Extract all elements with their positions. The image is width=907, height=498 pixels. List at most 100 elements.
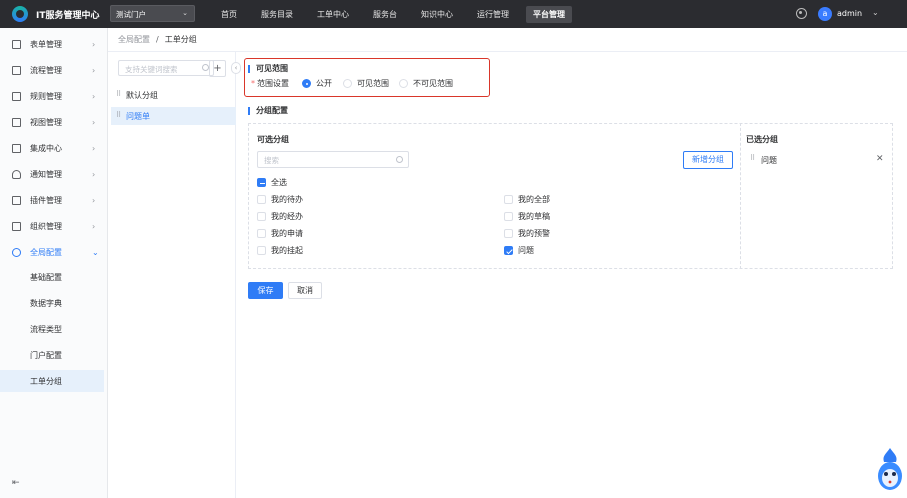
sidebar-sub-flow-type[interactable]: 流程类型 <box>0 318 104 340</box>
close-icon[interactable]: ✕ <box>876 154 884 164</box>
drag-handle-icon[interactable]: ⠿ <box>750 154 755 162</box>
nav-service-catalog[interactable]: 服务目录 <box>254 6 300 23</box>
chevron-right-icon: › <box>92 117 96 127</box>
group-search-input[interactable]: 支持关键词搜索 <box>118 60 214 76</box>
checkbox-my-warnings[interactable]: 我的预警 <box>504 228 550 239</box>
panel-collapse-toggle-icon[interactable]: ‹ <box>231 62 241 74</box>
sidebar-sub-ticket-group[interactable]: 工单分组 <box>0 370 104 392</box>
assistant-mascot-icon[interactable] <box>876 446 904 494</box>
select-all-checkbox[interactable]: 全选 <box>257 177 287 188</box>
radio-visible-range[interactable]: 可见范围 <box>343 78 389 89</box>
selected-group-item: ⠿ 问题 ✕ <box>750 154 886 166</box>
sidebar-item-label: 通知管理 <box>30 169 62 179</box>
settings-gear-icon[interactable] <box>796 8 807 19</box>
top-header: IT服务管理中心 测试门户 ⌄ 首页 服务目录 工单中心 服务台 知识中心 运行… <box>0 0 907 28</box>
nav-service-desk[interactable]: 服务台 <box>366 6 404 23</box>
sidebar-sub-label: 流程类型 <box>30 325 62 334</box>
new-group-button[interactable]: 新增分组 <box>683 151 733 169</box>
checkbox-my-handled[interactable]: 我的经办 <box>257 211 303 222</box>
group-item-problem[interactable]: ⠿ 问题单 <box>111 107 236 125</box>
checkbox-my-suspended[interactable]: 我的挂起 <box>257 245 303 256</box>
available-group-search-input[interactable]: 搜索 <box>257 151 409 168</box>
sidebar-item-view[interactable]: 视图管理 › <box>0 110 108 134</box>
sidebar-sub-portal-config[interactable]: 门户配置 <box>0 344 104 366</box>
checkbox-box <box>257 229 266 238</box>
checkbox-my-applications[interactable]: 我的申请 <box>257 228 303 239</box>
sidebar-item-org[interactable]: 组织管理 › <box>0 214 108 238</box>
breadcrumb-parent[interactable]: 全局配置 <box>118 34 150 45</box>
nav-home[interactable]: 首页 <box>214 6 244 23</box>
checkbox-my-todo[interactable]: 我的待办 <box>257 194 303 205</box>
checkbox-box <box>504 229 513 238</box>
user-menu-chevron-icon[interactable]: ⌄ <box>872 8 879 17</box>
drag-handle-icon[interactable]: ⠿ <box>116 111 121 119</box>
visible-range-title: 可见范围 <box>248 65 288 73</box>
sidebar-sub-label: 门户配置 <box>30 351 62 360</box>
rule-icon <box>12 91 21 101</box>
chevron-right-icon: › <box>92 169 96 179</box>
breadcrumb: 全局配置 / 工单分组 <box>108 28 907 52</box>
username[interactable]: admin <box>837 9 862 18</box>
radio-label: 可见范围 <box>357 79 389 88</box>
checkbox-box <box>257 246 266 255</box>
sidebar-item-form[interactable]: 表单管理 › <box>0 32 108 56</box>
app-title: IT服务管理中心 <box>36 11 100 21</box>
nav-platform-admin[interactable]: 平台管理 <box>526 5 572 23</box>
checkbox-check-icon <box>504 246 513 255</box>
radio-invisible-range[interactable]: 不可见范围 <box>399 78 453 89</box>
add-group-button[interactable]: + <box>209 60 226 77</box>
checkbox-box <box>504 212 513 221</box>
sidebar-sub-label: 数据字典 <box>30 299 62 308</box>
breadcrumb-separator: / <box>156 35 159 44</box>
radio-public[interactable]: 公开 <box>302 78 332 89</box>
portal-select-value: 测试门户 <box>116 10 146 19</box>
save-button[interactable]: 保存 <box>248 282 283 299</box>
checkbox-label: 我的草稿 <box>518 212 550 221</box>
checkbox-my-all[interactable]: 我的全部 <box>504 194 550 205</box>
checkbox-box <box>504 195 513 204</box>
drag-handle-icon[interactable]: ⠿ <box>116 90 121 98</box>
group-search-placeholder: 支持关键词搜索 <box>125 65 178 74</box>
app-logo-icon <box>12 6 28 22</box>
sidebar-item-flow[interactable]: 流程管理 › <box>0 58 108 82</box>
nav-ticket-center[interactable]: 工单中心 <box>310 6 356 23</box>
checkbox-my-drafts[interactable]: 我的草稿 <box>504 211 550 222</box>
radio-dot <box>302 79 311 88</box>
checkbox-label: 我的挂起 <box>271 246 303 255</box>
radio-label: 不可见范围 <box>413 79 453 88</box>
checkbox-label: 我的全部 <box>518 195 550 204</box>
chevron-right-icon: › <box>92 39 96 49</box>
radio-dot <box>343 79 352 88</box>
sidebar-sub-data-dictionary[interactable]: 数据字典 <box>0 292 104 314</box>
sidebar-item-label: 组织管理 <box>30 221 62 231</box>
cancel-button[interactable]: 取消 <box>288 282 322 299</box>
checkbox-label: 我的待办 <box>271 195 303 204</box>
sidebar-item-rule[interactable]: 规则管理 › <box>0 84 108 108</box>
flow-icon <box>12 65 21 75</box>
sidebar-sub-basic-config[interactable]: 基础配置 <box>0 266 104 288</box>
sidebar-item-plugin[interactable]: 插件管理 › <box>0 188 108 212</box>
checkbox-label: 我的预警 <box>518 229 550 238</box>
bell-icon <box>12 169 21 179</box>
sidebar-item-label: 流程管理 <box>30 65 62 75</box>
form-icon <box>12 39 21 49</box>
sidebar-collapse-icon[interactable]: ⇤ <box>12 478 20 488</box>
group-item-default[interactable]: ⠿ 默认分组 <box>111 86 236 104</box>
sidebar-item-notification[interactable]: 通知管理 › <box>0 162 108 186</box>
view-icon <box>12 117 21 127</box>
org-icon <box>12 221 21 231</box>
checkbox-label: 我的申请 <box>271 229 303 238</box>
sidebar-item-integration[interactable]: 集成中心 › <box>0 136 108 160</box>
range-setting-label: * 范围设置 <box>251 78 289 89</box>
nav-knowledge-center[interactable]: 知识中心 <box>414 6 460 23</box>
checkbox-label: 我的经办 <box>271 212 303 221</box>
checkbox-problem[interactable]: 问题 <box>504 245 534 256</box>
portal-select[interactable]: 测试门户 ⌄ <box>110 5 195 22</box>
sidebar-item-label: 视图管理 <box>30 117 62 127</box>
radio-dot <box>399 79 408 88</box>
chevron-right-icon: › <box>92 221 96 231</box>
user-avatar[interactable]: a <box>818 7 832 21</box>
sidebar-item-global-config[interactable]: 全局配置 ⌄ <box>0 240 108 264</box>
nav-operations[interactable]: 运行管理 <box>470 6 516 23</box>
plugin-icon <box>12 195 21 205</box>
